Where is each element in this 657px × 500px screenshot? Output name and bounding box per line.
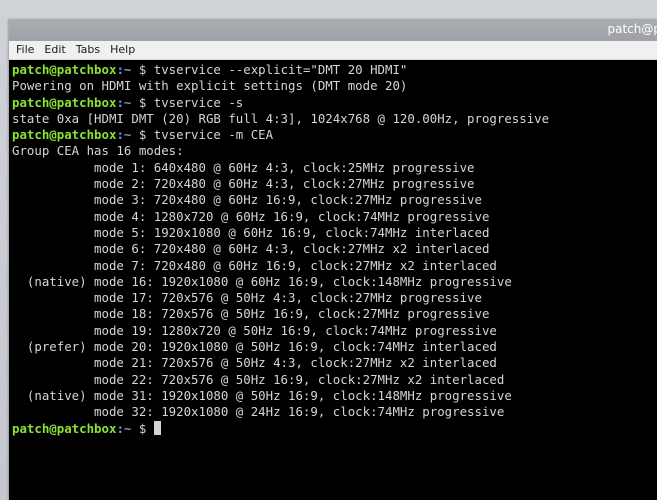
prompt-user: patch@patchbox (12, 127, 117, 143)
menu-file[interactable]: File (9, 41, 39, 59)
output-line: (prefer) mode 20: 1920x1080 @ 50Hz 16:9,… (12, 339, 657, 355)
output-line: state 0xa [HDMI DMT (20) RGB full 4:3], … (12, 111, 657, 127)
output-text: mode 5: 1920x1080 @ 60Hz 16:9, clock:74M… (12, 224, 490, 240)
output-text: (prefer) mode 20: 1920x1080 @ 50Hz 16:9,… (12, 339, 497, 355)
output-line: mode 18: 720x576 @ 50Hz 16:9, clock:27MH… (12, 306, 657, 322)
output-text: mode 22: 720x576 @ 50Hz 16:9, clock:27MH… (12, 371, 505, 387)
output-text: mode 6: 720x480 @ 60Hz 4:3, clock:27MHz … (12, 241, 490, 257)
output-text: mode 1: 640x480 @ 60Hz 4:3, clock:25MHz … (12, 159, 475, 175)
output-line: mode 3: 720x480 @ 60Hz 16:9, clock:27MHz… (12, 192, 657, 208)
output-text: mode 21: 720x576 @ 50Hz 4:3, clock:27MHz… (12, 355, 497, 371)
prompt-path: :~ (116, 127, 132, 143)
output-line: mode 17: 720x576 @ 50Hz 4:3, clock:27MHz… (12, 290, 657, 306)
menu-help[interactable]: Help (105, 41, 140, 59)
prompt-path: :~ (116, 62, 132, 77)
prompt-user: patch@patchbox (12, 62, 117, 77)
command-text: tvservice -m CEA (153, 127, 274, 143)
command-line: patch@patchbox:~ $ tvservice -s (12, 95, 657, 111)
output-line: mode 5: 1920x1080 @ 60Hz 16:9, clock:74M… (12, 225, 657, 241)
output-text: mode 32: 1920x1080 @ 24Hz 16:9, clock:74… (12, 404, 505, 420)
output-line: mode 2: 720x480 @ 60Hz 4:3, clock:27MHz … (12, 176, 657, 192)
output-text: state 0xa [HDMI DMT (20) RGB full 4:3], … (12, 110, 550, 126)
output-line: mode 6: 720x480 @ 60Hz 4:3, clock:27MHz … (12, 241, 657, 257)
output-text: mode 7: 720x480 @ 60Hz 16:9, clock:27MHz… (12, 257, 497, 273)
prompt-path: :~ (116, 420, 132, 436)
title-bar[interactable]: patch@p (9, 19, 657, 41)
menu-bar: File Edit Tabs Help (9, 41, 657, 60)
output-line: mode 19: 1280x720 @ 50Hz 16:9, clock:74M… (12, 323, 657, 339)
output-line: Powering on HDMI with explicit settings … (12, 78, 657, 94)
prompt-user: patch@patchbox (12, 94, 117, 110)
output-line: mode 21: 720x576 @ 50Hz 4:3, clock:27MHz… (12, 355, 657, 371)
output-line: mode 32: 1920x1080 @ 24Hz 16:9, clock:74… (12, 404, 657, 420)
output-line: mode 1: 640x480 @ 60Hz 4:3, clock:25MHz … (12, 160, 657, 176)
output-line: mode 7: 720x480 @ 60Hz 16:9, clock:27MHz… (12, 258, 657, 274)
prompt-dollar: $ (131, 94, 154, 110)
output-text: mode 18: 720x576 @ 50Hz 16:9, clock:27MH… (12, 306, 490, 322)
prompt-dollar: $ (131, 62, 154, 77)
output-text: Group CEA has 16 modes: (12, 143, 184, 159)
output-text: mode 3: 720x480 @ 60Hz 16:9, clock:27MHz… (12, 192, 482, 208)
command-line: patch@patchbox:~ $ tvservice -m CEA (12, 127, 657, 143)
output-text: Powering on HDMI with explicit settings … (12, 78, 408, 94)
prompt-dollar: $ (131, 127, 154, 143)
menu-tabs[interactable]: Tabs (71, 41, 105, 59)
output-text: mode 4: 1280x720 @ 60Hz 16:9, clock:74MH… (12, 208, 490, 224)
prompt-dollar: $ (131, 420, 154, 436)
output-text: mode 2: 720x480 @ 60Hz 4:3, clock:27MHz … (12, 176, 475, 192)
terminal-output[interactable]: patch@patchbox:~ $ tvservice --explicit=… (9, 60, 657, 500)
output-text: (native) mode 31: 1920x1080 @ 50Hz 16:9,… (12, 387, 512, 403)
command-text: tvservice -s (153, 94, 244, 110)
terminal-window: patch@p File Edit Tabs Help patch@patchb… (9, 19, 657, 500)
output-text: (native) mode 16: 1920x1080 @ 60Hz 16:9,… (12, 273, 512, 289)
menu-edit[interactable]: Edit (39, 41, 70, 59)
command-text: tvservice --explicit="DMT 20 HDMI" (153, 62, 408, 77)
prompt-user: patch@patchbox (12, 420, 117, 436)
prompt-path: :~ (116, 94, 132, 110)
command-line: patch@patchbox:~ $ tvservice --explicit=… (12, 62, 657, 78)
output-line: Group CEA has 16 modes: (12, 143, 657, 159)
window-title: patch@p (607, 22, 657, 36)
output-line: (native) mode 31: 1920x1080 @ 50Hz 16:9,… (12, 388, 657, 404)
output-text: mode 19: 1280x720 @ 50Hz 16:9, clock:74M… (12, 322, 497, 338)
output-line: mode 4: 1280x720 @ 60Hz 16:9, clock:74MH… (12, 209, 657, 225)
output-text: mode 17: 720x576 @ 50Hz 4:3, clock:27MHz… (12, 290, 482, 306)
output-line: (native) mode 16: 1920x1080 @ 60Hz 16:9,… (12, 274, 657, 290)
output-line: mode 22: 720x576 @ 50Hz 16:9, clock:27MH… (12, 372, 657, 388)
text-cursor[interactable] (153, 420, 161, 435)
active-prompt-line: patch@patchbox:~ $ (12, 420, 657, 437)
